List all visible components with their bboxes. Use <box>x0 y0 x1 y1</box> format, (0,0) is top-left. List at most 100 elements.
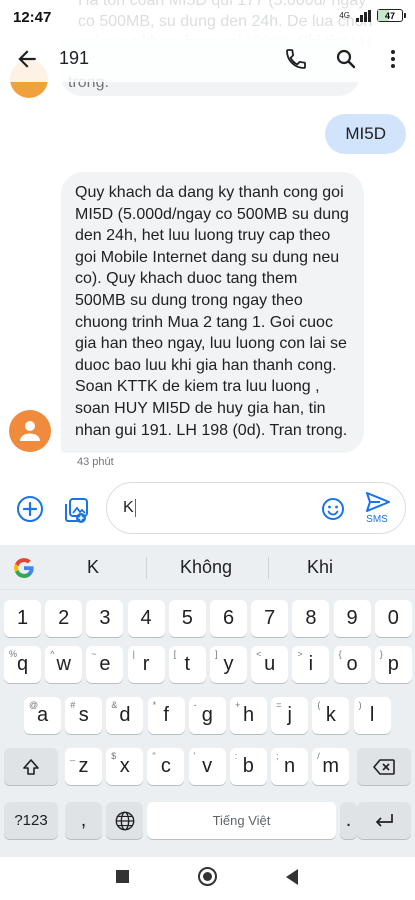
key-9[interactable]: 9 <box>333 600 371 637</box>
conversation-title: 191 <box>59 48 90 68</box>
period-key[interactable]: . <box>340 802 357 839</box>
key-hint: ] <box>215 649 218 659</box>
key-label: h <box>242 704 255 726</box>
key-label: v <box>202 755 213 777</box>
search-icon[interactable] <box>334 47 358 71</box>
person-icon <box>20 421 40 441</box>
key-hint: " <box>152 751 156 761</box>
symbols-key[interactable]: ?123 <box>4 802 58 839</box>
key-label: c <box>160 755 171 777</box>
send-button[interactable]: SMS <box>361 490 393 528</box>
messages-screen: Ha ton coan MI5D qui 177 (5.000d/ ngay c… <box>0 0 415 900</box>
key-u[interactable]: u < <box>251 646 289 683</box>
signal-icon <box>356 9 371 22</box>
more-vert-icon[interactable] <box>381 47 405 71</box>
key-label: m <box>322 755 340 777</box>
key-hint: # <box>70 700 76 710</box>
key-z[interactable]: z _ <box>65 748 102 785</box>
key-p[interactable]: p} <box>374 646 412 683</box>
key-h[interactable]: h + <box>230 697 267 734</box>
key-label: 6 <box>222 607 235 629</box>
nav-back-icon[interactable] <box>286 869 298 885</box>
key-hint: = <box>276 700 282 710</box>
key-label: ?123 <box>14 812 48 829</box>
key-t[interactable]: t[ <box>168 646 206 683</box>
key-8[interactable]: 8 <box>292 600 330 637</box>
incoming-message-bubble[interactable]: Quy khach da dang ky thanh cong goi MI5D… <box>61 172 364 454</box>
key-label: w <box>56 653 71 675</box>
key-2[interactable]: 2 <box>45 600 83 637</box>
key-s[interactable]: s # <box>65 697 103 734</box>
key-label: t <box>184 653 191 675</box>
key-d[interactable]: d & <box>106 697 144 734</box>
key-hint: ; <box>276 751 279 761</box>
key-m[interactable]: m / <box>312 748 350 785</box>
key-hint: < <box>256 649 262 659</box>
key-hint: { <box>338 649 342 659</box>
key-label: 9 <box>346 607 358 629</box>
emoji-icon[interactable] <box>321 497 345 521</box>
gallery-icon[interactable] <box>61 495 91 525</box>
key-j[interactable]: j = <box>271 697 309 734</box>
key-label: 2 <box>58 607 70 629</box>
suggestion-3[interactable]: Khi <box>294 557 346 578</box>
recents-icon[interactable] <box>116 870 129 883</box>
navigation-bar <box>0 857 415 900</box>
suggestion-2[interactable]: Không <box>166 557 246 578</box>
suggestion-divider <box>268 557 269 579</box>
key-k[interactable]: k( <box>312 697 350 734</box>
key-e[interactable]: e ~ <box>86 646 124 683</box>
key-l[interactable]: l) <box>353 697 391 734</box>
suggestion-1[interactable]: K <box>68 557 118 578</box>
avatar[interactable] <box>9 410 51 452</box>
enter-key[interactable] <box>357 802 411 839</box>
key-hint: > <box>297 649 303 659</box>
key-i[interactable]: i > <box>292 646 330 683</box>
key-3[interactable]: 3 <box>86 600 124 637</box>
key-hint: / <box>317 751 320 761</box>
key-6[interactable]: 6 <box>210 600 247 637</box>
back-arrow-icon[interactable] <box>14 46 40 72</box>
key-hint: ( <box>317 700 321 710</box>
key-hint: ^ <box>50 649 55 659</box>
key-r[interactable]: r | <box>127 646 165 683</box>
key-5[interactable]: 5 <box>168 600 206 637</box>
shift-key[interactable] <box>4 748 58 785</box>
keyboard: K Không Khi 1 2 3 4 5 6 7 8 9 0 q% w ^ e ~ r | t[y] u < i > o{… <box>0 545 415 857</box>
globe-icon <box>115 811 134 830</box>
comma-key[interactable]: , <box>65 802 102 839</box>
add-attachment-icon[interactable] <box>16 495 44 523</box>
key-0[interactable]: 0 <box>374 600 412 637</box>
key-hint: } <box>379 649 383 659</box>
key-b[interactable]: b: <box>229 748 267 785</box>
key-o[interactable]: o{ <box>333 646 371 683</box>
key-f[interactable]: f * <box>147 697 185 734</box>
key-c[interactable]: c " <box>147 748 185 785</box>
key-y[interactable]: y] <box>210 646 247 683</box>
home-icon[interactable] <box>198 867 217 886</box>
space-key[interactable]: Tiếng Việt <box>147 802 336 839</box>
key-x[interactable]: x $ <box>106 748 144 785</box>
key-4[interactable]: 4 <box>127 600 165 637</box>
key-w[interactable]: w ^ <box>45 646 83 683</box>
key-7[interactable]: 7 <box>251 600 289 637</box>
key-v[interactable]: v ' <box>188 748 226 785</box>
key-n[interactable]: n; <box>271 748 308 785</box>
key-label: g <box>201 704 213 726</box>
language-key[interactable] <box>106 802 143 839</box>
key-hint: @ <box>29 700 39 710</box>
key-g[interactable]: g- <box>188 697 226 734</box>
key-a[interactable]: a @ <box>24 697 61 734</box>
key-q[interactable]: q% <box>4 646 41 683</box>
google-icon[interactable] <box>12 556 36 580</box>
battery-percent: 47 <box>384 10 395 21</box>
message-input[interactable]: K SMS <box>106 482 406 534</box>
key-label: Tiếng Việt <box>212 813 271 828</box>
shift-icon <box>23 758 39 775</box>
key-1[interactable]: 1 <box>4 600 41 637</box>
key-label: 5 <box>181 607 193 629</box>
backspace-key[interactable] <box>357 748 411 785</box>
phone-icon[interactable] <box>284 47 308 71</box>
key-label: i <box>308 653 314 675</box>
outgoing-message-bubble[interactable]: MI5D <box>325 114 406 154</box>
